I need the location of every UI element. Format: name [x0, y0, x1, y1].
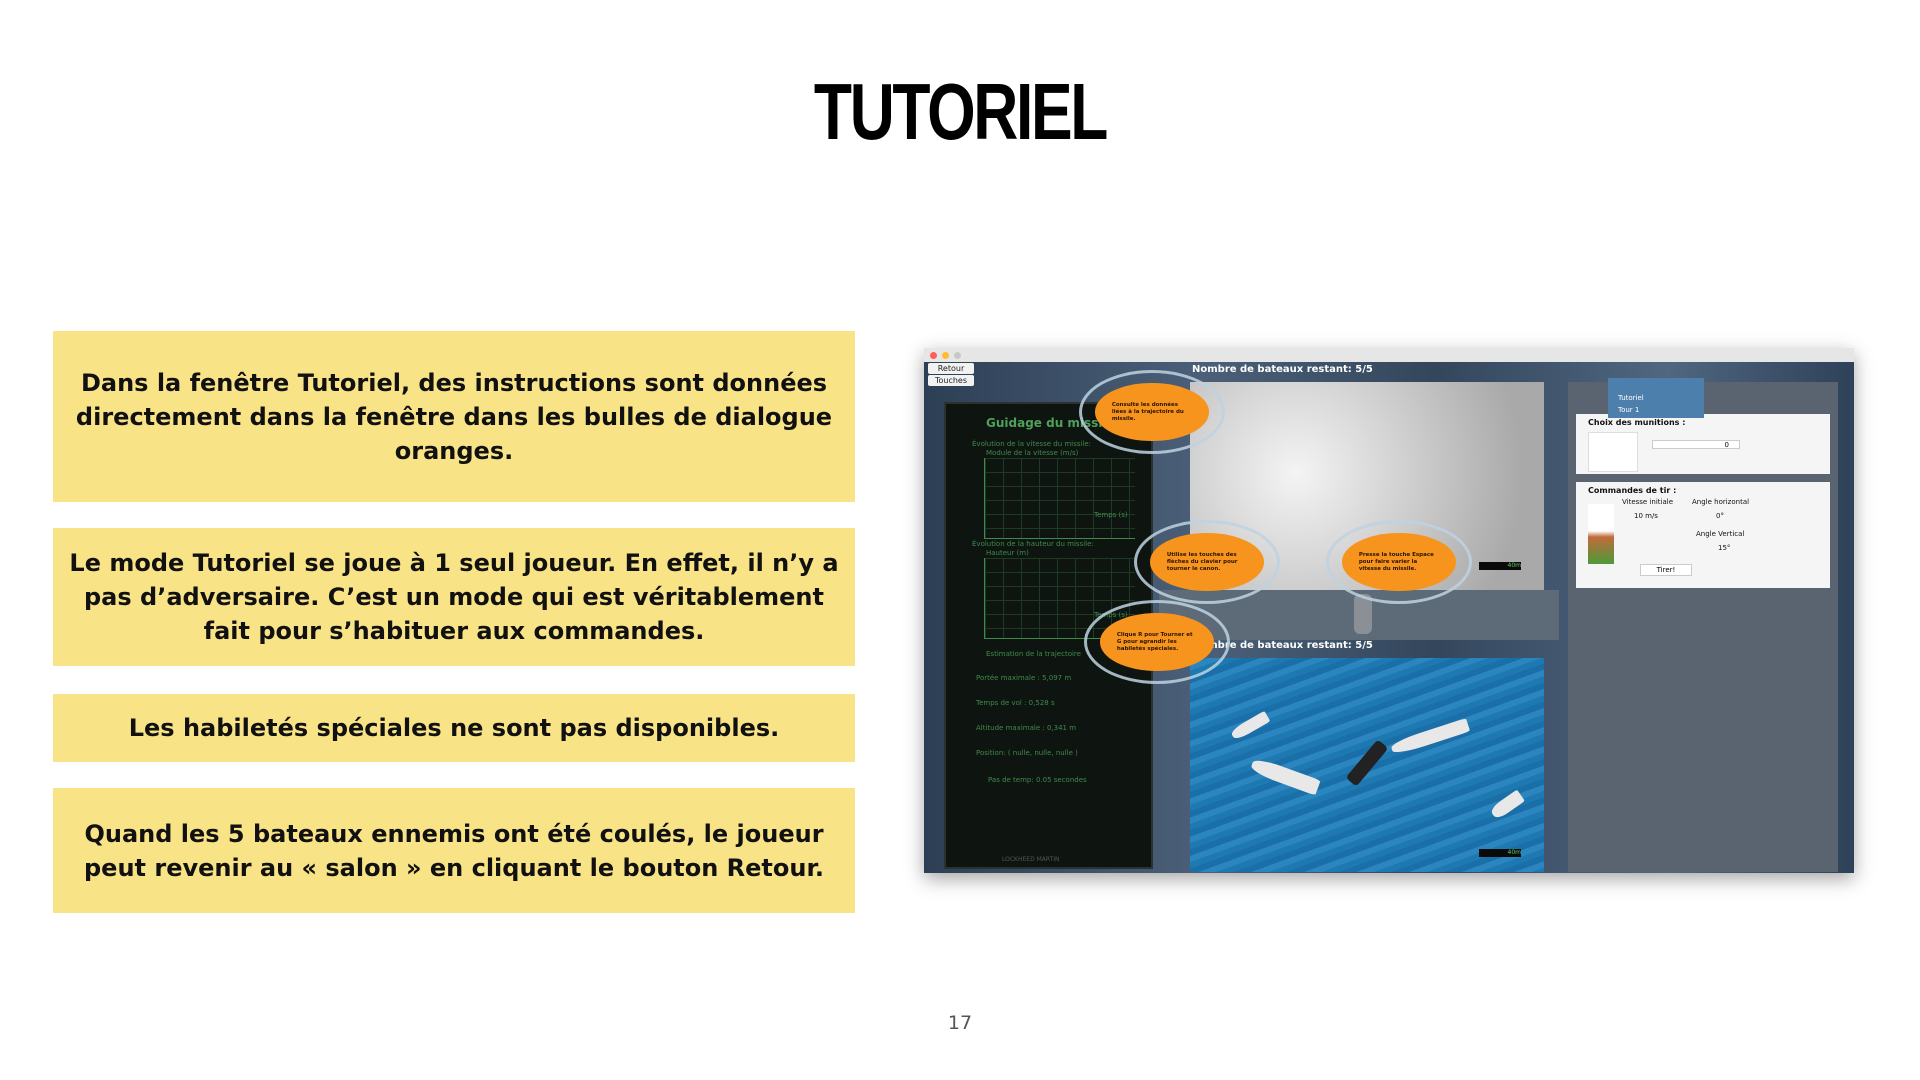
- brand-label: LOCKHEED MARTIN: [1002, 856, 1060, 863]
- boat-icon: [1489, 789, 1525, 821]
- speed-graph: [984, 458, 1135, 539]
- bubble-body: Presse la touche Espace pour faire varie…: [1341, 533, 1457, 591]
- missile-icon: [1345, 739, 1389, 787]
- time-axis-label: Temps (s): [1094, 511, 1128, 519]
- estimation-title: Estimation de la trajectoire: [986, 650, 1081, 658]
- info-box-tutorial-window: Dans la fenêtre Tutoriel, des instructio…: [53, 331, 855, 502]
- fire-button[interactable]: Tirer!: [1640, 564, 1692, 576]
- game-screenshot: Retour Touches Guidage du missile Évolut…: [924, 348, 1854, 873]
- tab-line1: Tutoriel: [1618, 394, 1644, 402]
- tip-bubble-abilities: Clique R pour Tourner et G pour agrandir…: [1084, 600, 1230, 684]
- horizontal-angle-label: Angle horizontal: [1692, 498, 1750, 506]
- bubble-body: Clique R pour Tourner et G pour agrandir…: [1099, 613, 1215, 671]
- bubble-body: Consulte les données liées à la trajecto…: [1094, 383, 1210, 441]
- keys-button[interactable]: Touches: [928, 375, 974, 386]
- controls-panel: Choix des munitions : 0 Commandes de tir…: [1568, 382, 1838, 872]
- fire-controls-card: Commandes de tir : Vitesse initiale 10 m…: [1576, 482, 1830, 588]
- bubble-text: Clique R pour Tourner et G pour agrandir…: [1116, 631, 1193, 652]
- minimize-icon[interactable]: [942, 352, 949, 359]
- boat-icon: [1229, 710, 1271, 742]
- close-icon[interactable]: [930, 352, 937, 359]
- boat-icon: [1389, 717, 1471, 757]
- range-label-bottom: 40m: [1479, 849, 1521, 857]
- vertical-angle-value: 15°: [1718, 544, 1731, 552]
- vertical-angle-label: Angle Vertical: [1696, 530, 1745, 538]
- info-text: Dans la fenêtre Tutoriel, des instructio…: [75, 368, 833, 465]
- ammo-preview: [1588, 432, 1638, 472]
- initial-speed-label: Vitesse initiale: [1622, 498, 1674, 506]
- position-readout: Position: ( nulle, nulle, nulle ): [976, 749, 1078, 757]
- boat-icon: [1249, 756, 1321, 796]
- time-step: Pas de temp: 0.05 secondes: [988, 776, 1087, 784]
- info-text: Les habiletés spéciales ne sont pas disp…: [128, 714, 780, 742]
- height-graph-title: Évolution de la hauteur du missile:: [972, 540, 1094, 548]
- tip-bubble-arrows: Utilise les touches des flèches du clavi…: [1134, 520, 1280, 604]
- fire-controls-label: Commandes de tir :: [1588, 486, 1677, 495]
- flight-time: Temps de vol : 0,528 s: [976, 699, 1055, 707]
- page-number: 17: [947, 1012, 973, 1034]
- bubble-text: Utilise les touches des flèches du clavi…: [1166, 551, 1238, 572]
- speed-gauge[interactable]: [1588, 504, 1614, 564]
- bubble-text: Presse la touche Espace pour faire varie…: [1358, 551, 1434, 572]
- tip-bubble-trajectory: Consulte les données liées à la trajecto…: [1079, 370, 1225, 454]
- back-button[interactable]: Retour: [928, 363, 974, 374]
- tab-line2: Tour 1: [1618, 406, 1640, 414]
- speed-graph-title: Évolution de la vitesse du missile:: [972, 440, 1091, 448]
- tutorial-tab: Tutoriel Tour 1: [1608, 378, 1704, 418]
- max-altitude: Altitude maximale : 0,341 m: [976, 724, 1077, 732]
- info-box-return: Quand les 5 bateaux ennemis ont été coul…: [53, 788, 855, 913]
- initial-speed-value: 10 m/s: [1634, 512, 1658, 520]
- window-titlebar: [924, 348, 1854, 362]
- sea-view: [1190, 658, 1544, 872]
- speed-axis-label: Module de la vitesse (m/s): [986, 449, 1079, 457]
- ammo-stepper[interactable]: 0: [1652, 440, 1740, 449]
- info-box-single-player: Le mode Tutoriel se joue à 1 seul joueur…: [53, 528, 855, 666]
- horizontal-angle-value: 0°: [1716, 512, 1724, 520]
- info-box-special-abilities: Les habiletés spéciales ne sont pas disp…: [53, 694, 855, 762]
- height-axis-label: Hauteur (m): [986, 549, 1029, 557]
- max-range: Portée maximale : 5,097 m: [976, 674, 1072, 682]
- tip-bubble-space: Presse la touche Espace pour faire varie…: [1326, 520, 1472, 604]
- info-text: Le mode Tutoriel se joue à 1 seul joueur…: [69, 549, 839, 645]
- boats-remaining-top: Nombre de bateaux restant: 5/5: [1192, 364, 1373, 375]
- bubble-text: Consulte les données liées à la trajecto…: [1111, 401, 1184, 422]
- ammo-card: Choix des munitions : 0: [1576, 414, 1830, 474]
- slide-title: TUTORIEL: [813, 67, 1108, 156]
- info-text: Quand les 5 bateaux ennemis ont été coul…: [83, 819, 825, 882]
- maximize-icon[interactable]: [954, 352, 961, 359]
- ammo-label: Choix des munitions :: [1588, 418, 1686, 427]
- steel-background: Retour Touches Guidage du missile Évolut…: [924, 362, 1854, 873]
- range-label-top: 40m: [1479, 562, 1521, 570]
- bubble-body: Utilise les touches des flèches du clavi…: [1149, 533, 1265, 591]
